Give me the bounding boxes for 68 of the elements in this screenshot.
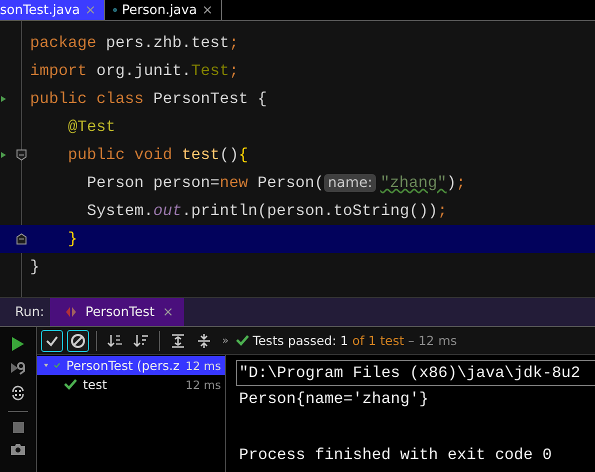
console-output: Person{name='zhang'} [239,389,430,410]
show-passed-toggle[interactable] [41,330,63,352]
brace: { [238,146,248,164]
run-icon[interactable] [12,337,24,351]
keyword: public void [66,146,174,164]
test-name: PersonTest (pers.z [66,358,180,373]
close-icon[interactable]: × [202,2,213,18]
tab-title: Person.java [122,2,197,18]
keyword: ; [229,62,239,80]
test-icon [65,306,78,318]
ban-icon [70,332,86,348]
code-text: .println(person.toString()) [182,202,438,220]
test-status: Tests passed: 1 of 1 test – 12 ms [252,333,457,348]
collapse-icon [196,332,212,348]
run-tab[interactable]: PersonTest × [50,298,184,326]
annotation: @Test [66,118,116,136]
keyword: import [30,62,88,80]
method-name: test [182,146,220,164]
sort-icon [107,332,123,348]
test-duration: 12 ms [186,358,221,372]
command-line: "D:\Program Files (x86)\java\jdk-8u2 [237,361,595,385]
keyword: ; [456,174,466,192]
check-icon [64,379,77,390]
code-text: Person person= [86,174,220,192]
brace: } [66,230,78,248]
camera-icon[interactable] [11,443,25,455]
toggle-auto-test-icon[interactable] [11,385,25,401]
keyword: package [30,34,98,52]
check-icon [236,335,249,346]
exit-message: Process finished with exit code 0 [239,445,553,466]
editor-tab[interactable]: Person.java × [104,0,222,20]
parameter-hint: name: [324,174,376,192]
code-text: ) [446,174,456,192]
run-marker-icon[interactable] [1,96,6,102]
keyword: ; [438,202,448,220]
rerun-failed-icon[interactable] [11,361,25,375]
expand-arrow-icon[interactable] [44,362,48,369]
close-icon[interactable]: × [162,304,174,320]
code-text: PersonTest { [153,90,268,108]
test-duration: 12 ms [186,378,221,392]
tree-item[interactable]: test 12 ms [37,375,225,394]
code-text: () [220,146,239,164]
run-marker-icon[interactable] [1,152,6,158]
editor-tab[interactable]: sonTest.java × [0,0,105,20]
string-literal: "zhang" [380,174,447,192]
keyword: ; [229,34,239,52]
code-text: System. [86,202,154,220]
static-field: out [153,202,182,220]
code-text: org.junit. [96,62,192,80]
code-text: Person( [258,174,324,192]
type-name: Test [191,62,230,80]
fold-icon[interactable] [16,233,27,245]
tree-item[interactable]: PersonTest (pers.z 12 ms [37,356,225,375]
expand-icon [170,332,186,348]
sort-icon [133,332,149,348]
tab-title: PersonTest [85,304,155,320]
run-label: Run: [14,304,46,320]
code-text: } [30,258,40,276]
stop-icon[interactable] [12,422,24,433]
keyword: new [220,174,250,192]
fold-icon[interactable] [16,149,27,161]
test-name: test [83,377,108,392]
keyword: public class [30,90,145,108]
more-button[interactable]: » [222,334,229,347]
tab-title: sonTest.java [0,2,80,18]
show-ignored-toggle[interactable] [67,330,89,352]
code-text: pers.zhb.test [106,34,230,52]
check-icon [54,360,60,371]
